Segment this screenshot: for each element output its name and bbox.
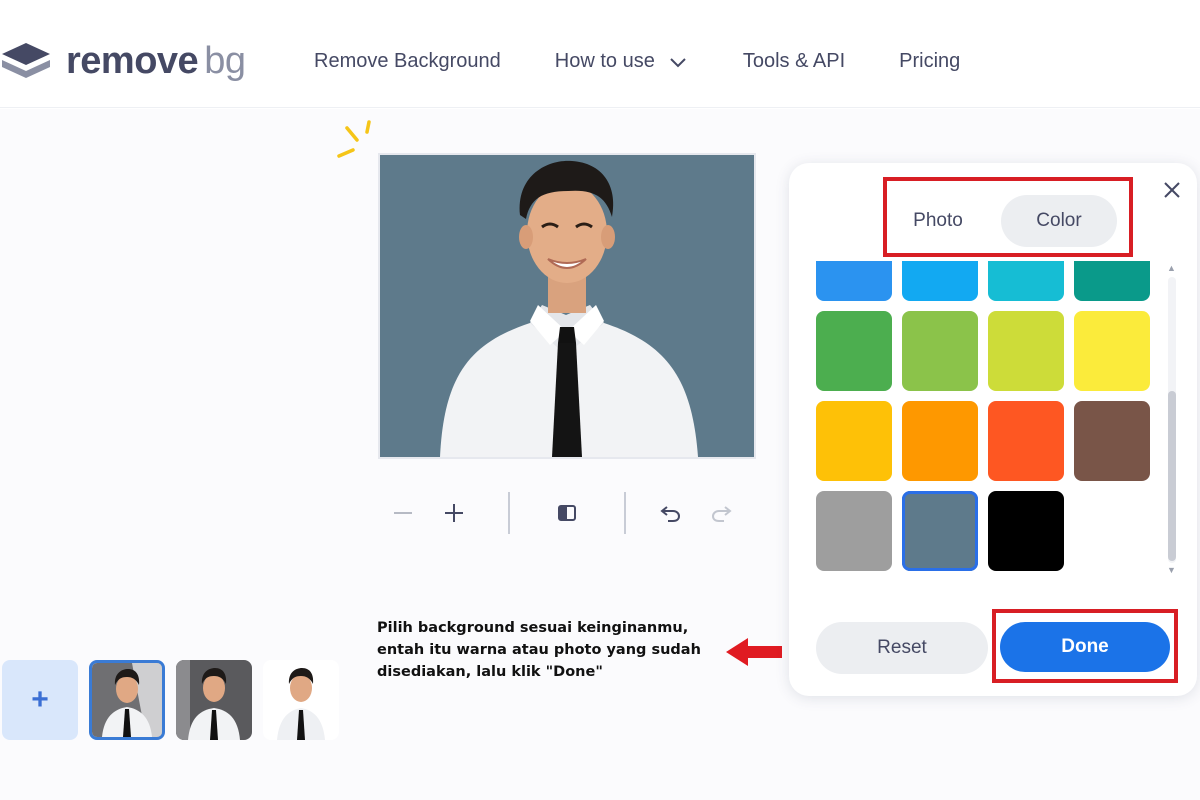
color-swatch[interactable] xyxy=(902,261,978,301)
toolbar-divider xyxy=(508,492,510,534)
logo-text-remove: remove xyxy=(66,40,199,82)
color-swatch[interactable] xyxy=(816,491,892,571)
compare-button[interactable] xyxy=(550,496,584,530)
compare-icon xyxy=(558,505,576,521)
color-swatch[interactable] xyxy=(902,401,978,481)
tab-photo[interactable]: Photo xyxy=(893,195,983,247)
color-swatch[interactable] xyxy=(816,311,892,391)
color-swatch[interactable] xyxy=(902,311,978,391)
add-image-button[interactable]: + xyxy=(2,660,78,740)
chevron-down-icon xyxy=(670,57,686,67)
nav-remove-background[interactable]: Remove Background xyxy=(314,50,501,73)
plus-icon xyxy=(445,504,463,522)
zoom-out-button[interactable] xyxy=(386,496,420,530)
removebg-logo[interactable]: remove bg xyxy=(0,38,246,84)
person-thumbnail xyxy=(92,663,162,737)
tab-highlight-box: Photo Color xyxy=(883,177,1133,257)
thumbnail-1[interactable] xyxy=(89,660,165,740)
person-thumbnail xyxy=(263,660,339,740)
main-nav: Remove Background How to use Tools & API… xyxy=(314,50,1014,73)
done-highlight-box: Done xyxy=(992,609,1178,683)
done-button[interactable]: Done xyxy=(1000,622,1170,672)
instruction-annotation: Pilih background sesuai keinginanmu, ent… xyxy=(377,620,701,680)
plus-icon: + xyxy=(31,683,49,716)
zoom-in-button[interactable] xyxy=(437,496,471,530)
color-swatch[interactable] xyxy=(988,311,1064,391)
top-navigation-bar: remove bg Remove Background How to use To… xyxy=(0,0,1200,108)
reset-button[interactable]: Reset xyxy=(816,622,988,674)
color-swatch-grid xyxy=(816,261,1152,581)
image-preview[interactable] xyxy=(378,153,756,459)
thumbnail-2[interactable] xyxy=(176,660,252,740)
color-swatch[interactable] xyxy=(816,401,892,481)
background-picker-panel: Photo Color ▲ ▼ Reset Done xyxy=(789,163,1197,696)
thumbnail-3[interactable] xyxy=(263,660,339,740)
red-arrow-left-icon xyxy=(726,638,782,666)
color-swatch[interactable] xyxy=(902,491,978,571)
toolbar-divider xyxy=(624,492,626,534)
redo-button[interactable] xyxy=(705,496,739,530)
logo-text-bg: bg xyxy=(204,40,246,82)
person-photo xyxy=(380,155,754,457)
sparkle-decoration-icon xyxy=(337,120,371,158)
color-swatch[interactable] xyxy=(988,491,1064,571)
close-icon[interactable] xyxy=(1159,177,1185,203)
editor-toolbar xyxy=(378,488,756,538)
tab-color[interactable]: Color xyxy=(1001,195,1117,247)
color-swatch[interactable] xyxy=(988,401,1064,481)
scroll-down-icon[interactable]: ▼ xyxy=(1167,565,1176,575)
image-thumbnails: + xyxy=(2,660,339,740)
minus-icon xyxy=(394,512,412,514)
undo-button[interactable] xyxy=(653,496,687,530)
color-swatch[interactable] xyxy=(1074,401,1150,481)
color-swatch[interactable] xyxy=(816,261,892,301)
color-swatch[interactable] xyxy=(1074,261,1150,301)
scroll-thumb[interactable] xyxy=(1168,391,1176,561)
undo-icon xyxy=(660,506,681,522)
nav-tools-api[interactable]: Tools & API xyxy=(743,50,845,73)
person-thumbnail xyxy=(176,660,252,740)
color-swatch[interactable] xyxy=(1074,311,1150,391)
nav-pricing[interactable]: Pricing xyxy=(899,50,960,73)
layers-logo-icon xyxy=(2,43,50,78)
nav-how-to-use[interactable]: How to use xyxy=(555,50,687,73)
color-swatch[interactable] xyxy=(988,261,1064,301)
swatch-scrollbar[interactable]: ▲ ▼ xyxy=(1165,261,1179,579)
redo-icon xyxy=(711,506,732,522)
scroll-up-icon[interactable]: ▲ xyxy=(1167,263,1176,273)
